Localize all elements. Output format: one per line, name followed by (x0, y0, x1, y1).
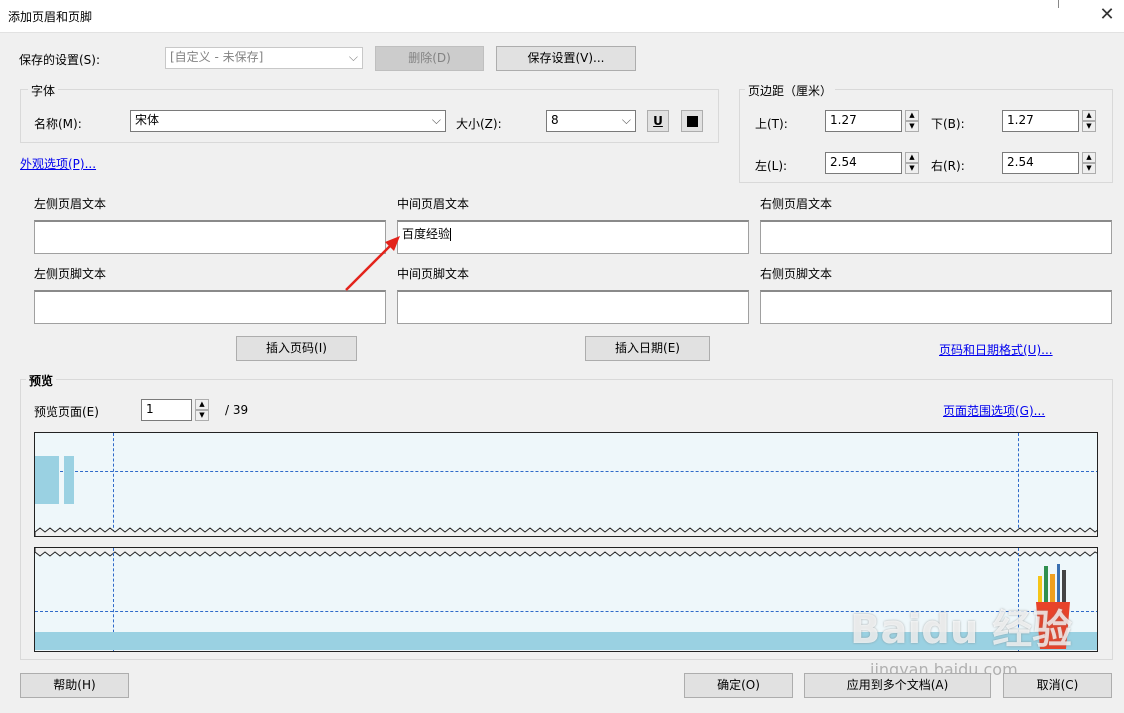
font-size-label: 大小(Z): (456, 117, 502, 131)
save-settings-button[interactable]: 保存设置(V)... (496, 46, 636, 71)
text-cursor (450, 228, 452, 241)
saved-settings-label: 保存的设置(S): (19, 53, 101, 67)
spin-down-icon[interactable]: ▼ (1082, 163, 1096, 174)
right-header-label: 右侧页眉文本 (760, 197, 833, 211)
page-range-options-link[interactable]: 页面范围选项(G)... (943, 402, 1045, 419)
chevron-down-icon: ⌵ (621, 113, 631, 127)
saved-settings-value: [自定义 - 未保存] (170, 50, 264, 64)
guide-left (113, 433, 114, 536)
header-block-a (35, 456, 59, 504)
left-header-label: 左侧页眉文本 (34, 197, 107, 211)
color-swatch-icon (687, 116, 698, 127)
margin-right-stepper[interactable]: ▲ ▼ (1082, 152, 1096, 174)
window-border-right (1058, 0, 1059, 8)
underline-icon: U (653, 114, 663, 128)
spin-down-icon[interactable]: ▼ (905, 121, 919, 132)
font-size-value: 8 (551, 113, 559, 127)
baidu-watermark: Baidu 经验 (850, 610, 1090, 660)
spin-down-icon[interactable]: ▼ (905, 163, 919, 174)
page-date-format-link[interactable]: 页码和日期格式(U)... (939, 341, 1053, 358)
cancel-button[interactable]: 取消(C) (1003, 673, 1112, 698)
left-header-input[interactable] (34, 220, 386, 254)
spin-up-icon[interactable]: ▲ (905, 110, 919, 121)
preview-page-label: 预览页面(E) (34, 405, 99, 419)
spin-up-icon[interactable]: ▲ (1082, 152, 1096, 163)
left-footer-label: 左侧页脚文本 (34, 267, 107, 281)
guide-right (1018, 433, 1019, 536)
preview-group-label: 预览 (26, 372, 57, 389)
guide-header (35, 471, 1097, 472)
center-footer-input[interactable] (397, 290, 749, 324)
title-bar: 添加页眉和页脚 ✕ (0, 0, 1124, 33)
header-block-b (64, 456, 74, 504)
appearance-options-link[interactable]: 外观选项(P)... (20, 155, 96, 172)
insert-date-button[interactable]: 插入日期(E) (585, 336, 710, 361)
chevron-down-icon: ⌵ (431, 113, 441, 127)
font-name-select[interactable]: 宋体 ⌵ (130, 110, 446, 132)
insert-page-number-button[interactable]: 插入页码(I) (236, 336, 357, 361)
margin-right-input[interactable]: 2.54 (1002, 152, 1079, 174)
annotation-arrow-icon (345, 236, 400, 291)
center-header-input[interactable]: 百度经验 (397, 220, 749, 254)
margin-right-label: 右(R): (931, 159, 965, 173)
preview-page-total: / 39 (225, 403, 249, 417)
right-footer-input[interactable] (760, 290, 1112, 324)
margin-bottom-label: 下(B): (931, 117, 965, 131)
watermark-text: Baidu 经验 (850, 607, 1073, 653)
margins-group-label: 页边距（厘米） (745, 82, 836, 99)
spin-down-icon[interactable]: ▼ (1082, 121, 1096, 132)
margin-top-stepper[interactable]: ▲ ▼ (905, 110, 919, 132)
window-title: 添加页眉和页脚 (8, 10, 93, 24)
chevron-down-icon: ⌵ (348, 50, 358, 64)
saved-settings-select[interactable]: [自定义 - 未保存] ⌵ (165, 47, 363, 69)
margin-bottom-input[interactable]: 1.27 (1002, 110, 1079, 132)
underline-button[interactable]: U (647, 110, 669, 132)
margin-left-stepper[interactable]: ▲ ▼ (905, 152, 919, 174)
font-size-select[interactable]: 8 ⌵ (546, 110, 636, 132)
torn-edge-bottom (35, 527, 1097, 536)
spin-up-icon[interactable]: ▲ (195, 399, 209, 410)
right-footer-label: 右侧页脚文本 (760, 267, 833, 281)
font-name-value: 宋体 (135, 113, 160, 127)
close-icon[interactable]: ✕ (1096, 4, 1118, 26)
margin-left-input[interactable]: 2.54 (825, 152, 902, 174)
right-header-input[interactable] (760, 220, 1112, 254)
margin-top-input[interactable]: 1.27 (825, 110, 902, 132)
preview-header-panel (34, 432, 1098, 537)
margin-bottom-stepper[interactable]: ▲ ▼ (1082, 110, 1096, 132)
ok-button[interactable]: 确定(O) (684, 673, 793, 698)
font-name-label: 名称(M): (34, 117, 82, 131)
left-footer-input[interactable] (34, 290, 386, 324)
center-header-label: 中间页眉文本 (397, 197, 470, 211)
preview-page-stepper[interactable]: ▲ ▼ (195, 399, 209, 421)
spin-up-icon[interactable]: ▲ (905, 152, 919, 163)
delete-button[interactable]: 删除(D) (375, 46, 484, 71)
font-color-button[interactable] (681, 110, 703, 132)
font-group-label: 字体 (28, 82, 59, 99)
spin-up-icon[interactable]: ▲ (1082, 110, 1096, 121)
margin-top-label: 上(T): (755, 117, 788, 131)
preview-page-input[interactable]: 1 (141, 399, 192, 421)
apply-multiple-button[interactable]: 应用到多个文档(A) (804, 673, 991, 698)
torn-edge-top (35, 548, 1097, 557)
spin-down-icon[interactable]: ▼ (195, 410, 209, 421)
help-button[interactable]: 帮助(H) (20, 673, 129, 698)
margin-left-label: 左(L): (755, 159, 788, 173)
